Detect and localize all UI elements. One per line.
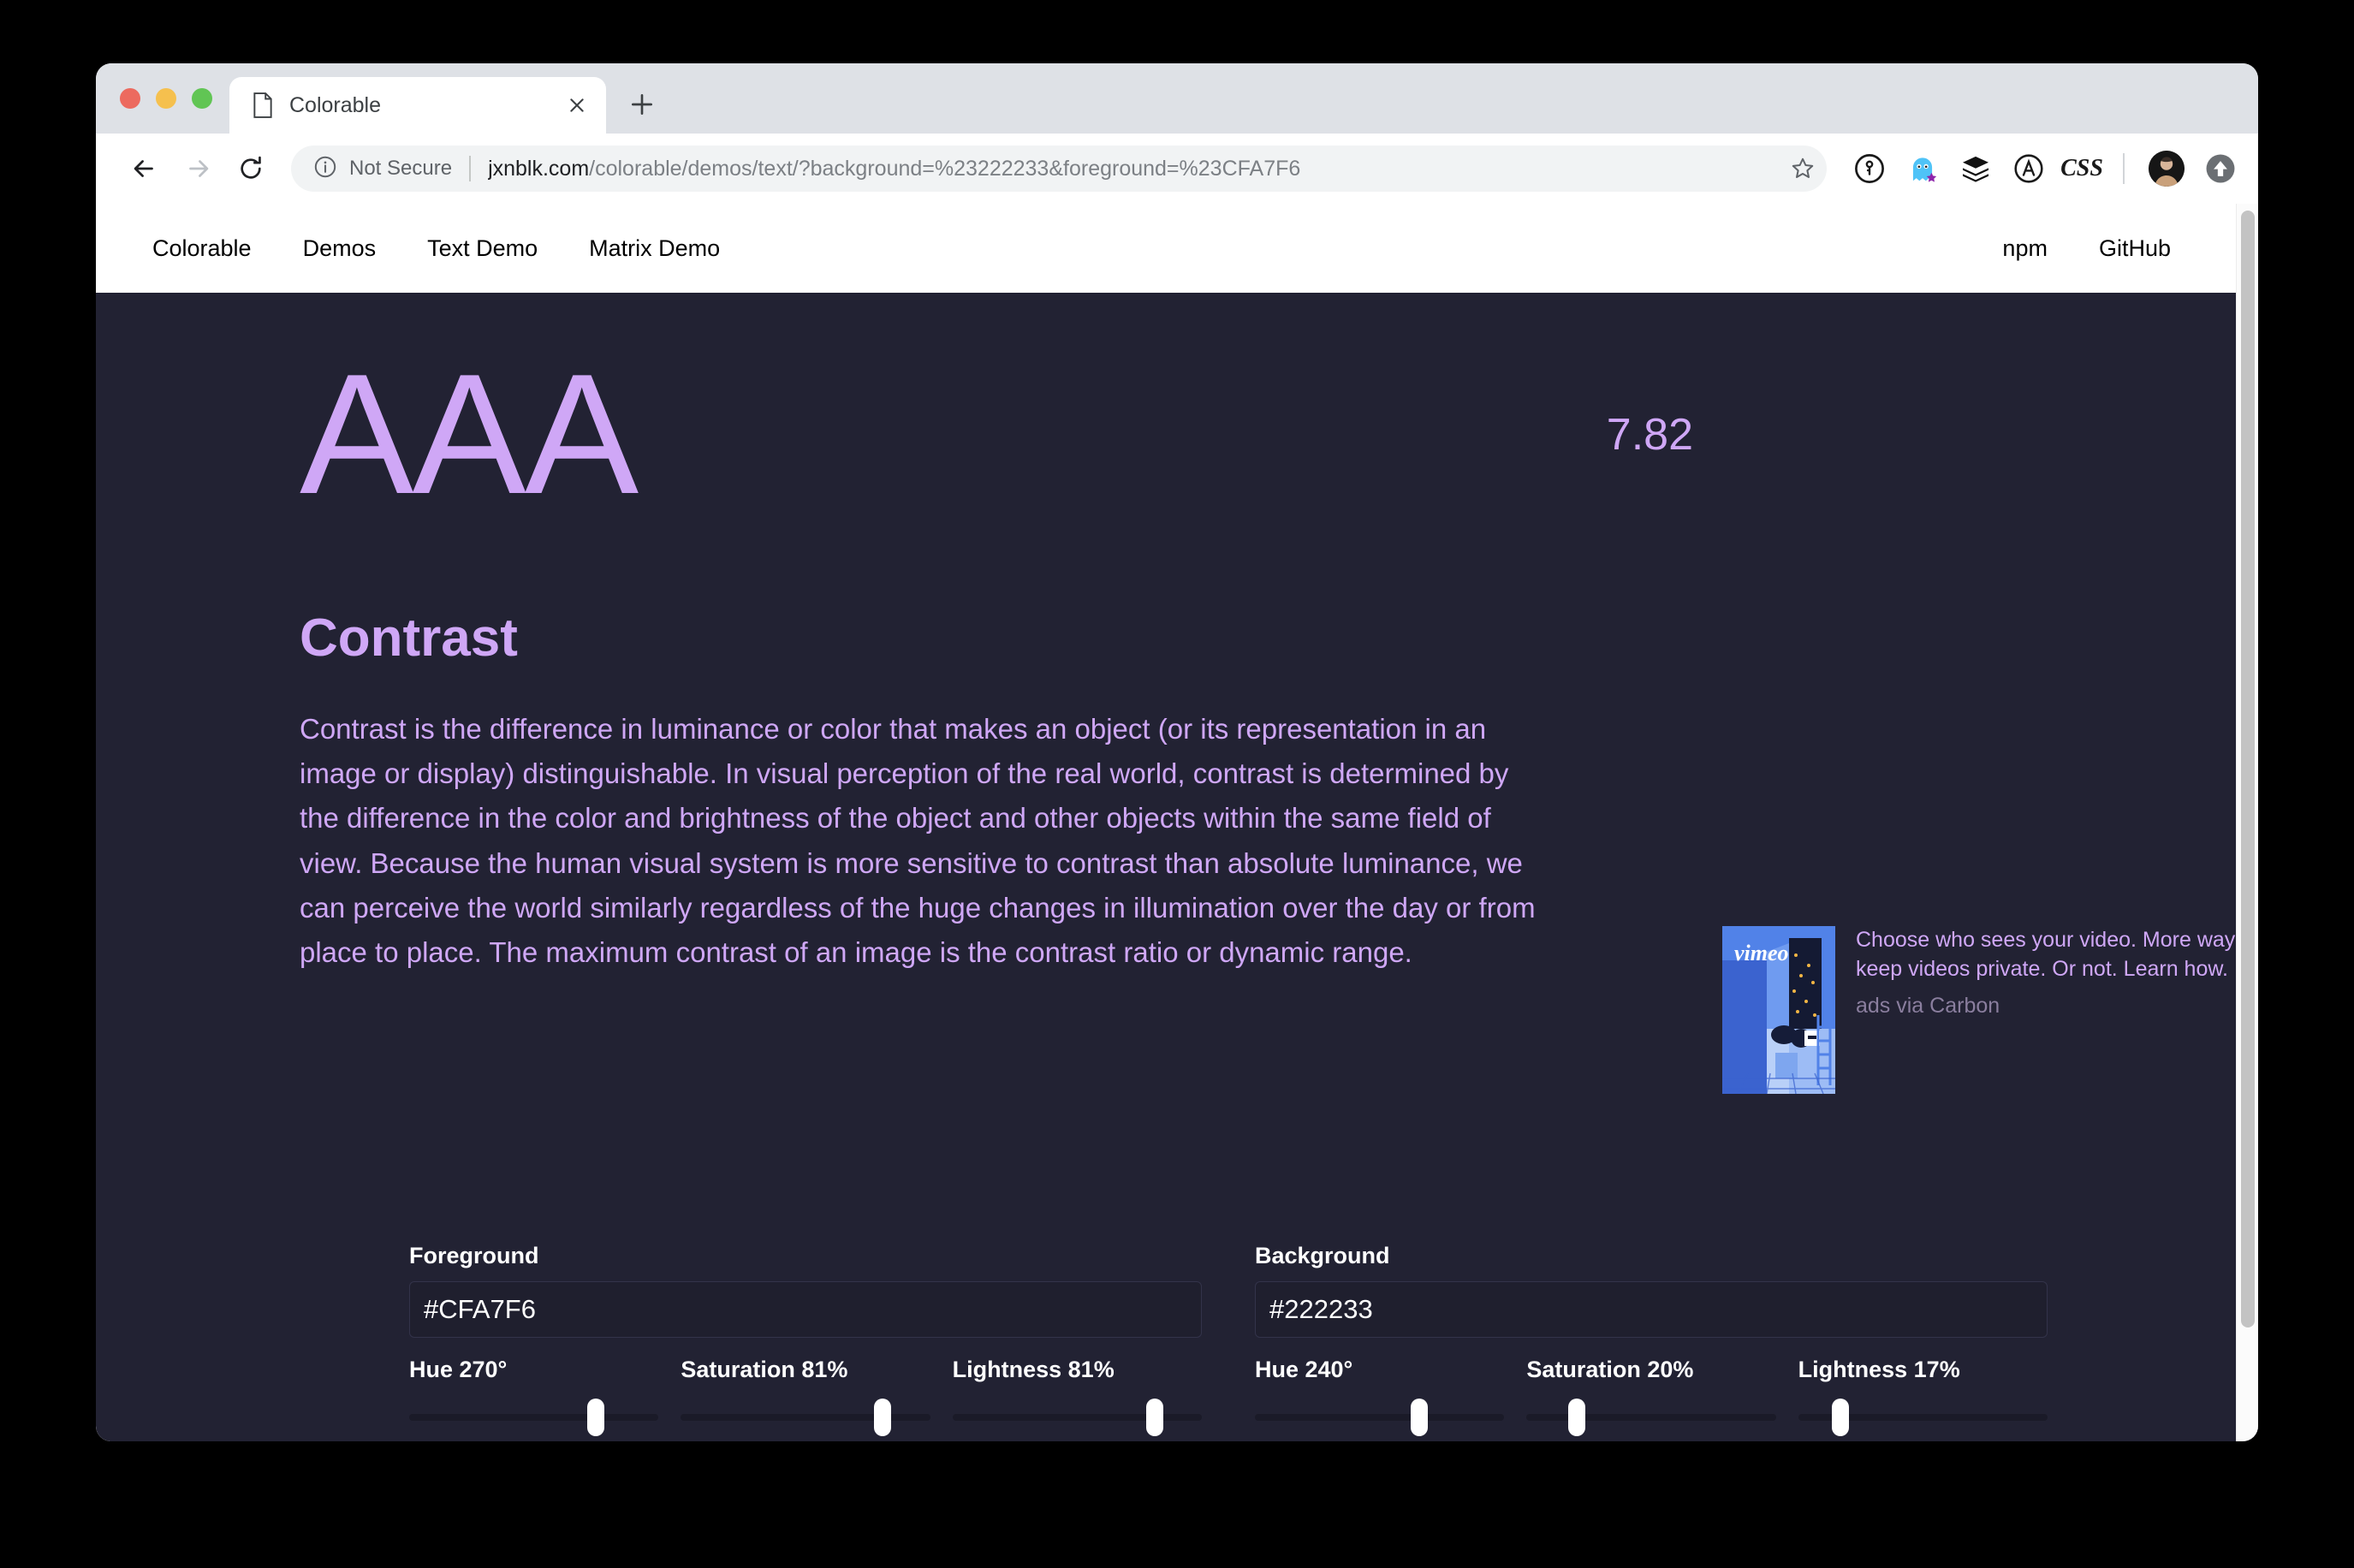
- tab-strip: Colorable: [96, 63, 2258, 134]
- url-text: jxnblk.com/colorable/demos/text/?backgro…: [488, 157, 1300, 181]
- ad-text-wrap: Choose who sees your video. More ways to…: [1856, 926, 2258, 1094]
- star-icon[interactable]: [1779, 145, 1827, 193]
- browser-tab[interactable]: Colorable: [229, 77, 606, 134]
- foreground-saturation-label: Saturation 81%: [681, 1357, 848, 1382]
- nav-left-links: Colorable Demos Text Demo Matrix Demo: [127, 235, 746, 262]
- background-control-group: Background Hue 240° Satur: [1255, 1243, 2048, 1436]
- slider-thumb[interactable]: [1145, 1399, 1163, 1436]
- close-window-button[interactable]: [120, 88, 140, 109]
- ghostery-icon[interactable]: [1905, 151, 1940, 186]
- contrast-demo-area: AAA 7.82 Contrast Contrast is the differ…: [96, 293, 2258, 1441]
- forward-button[interactable]: [171, 142, 224, 195]
- page-viewport: Colorable Demos Text Demo Matrix Demo np…: [96, 204, 2258, 1441]
- svg-text:vimeo: vimeo: [1734, 941, 1789, 965]
- security-label: Not Secure: [349, 157, 453, 180]
- foreground-sliders: Hue 270° Saturation 81% Lightness 81%: [409, 1357, 1202, 1436]
- background-hue-cell: Hue 240°: [1255, 1357, 1505, 1436]
- nav-link-demos[interactable]: Demos: [277, 235, 402, 262]
- slider-thumb[interactable]: [587, 1399, 605, 1436]
- address-bar[interactable]: Not Secure jxnblk.com/colorable/demos/te…: [291, 146, 1827, 192]
- foreground-lightness-label: Lightness 81%: [952, 1357, 1115, 1382]
- ad-via-label[interactable]: ads via Carbon: [1856, 994, 2258, 1019]
- contrast-content: Contrast Contrast is the difference in l…: [300, 609, 1549, 975]
- background-hue-slider[interactable]: [1255, 1399, 1505, 1436]
- background-saturation-label: Saturation 20%: [1526, 1357, 1694, 1382]
- slider-thumb[interactable]: [1567, 1399, 1585, 1436]
- new-tab-button[interactable]: [618, 80, 666, 128]
- nav-link-npm[interactable]: npm: [1977, 235, 2073, 262]
- up-arrow-icon[interactable]: [2203, 151, 2238, 186]
- contrast-score: 7.82: [1606, 410, 1693, 460]
- minimize-window-button[interactable]: [156, 88, 176, 109]
- scrollbar-thumb[interactable]: [2241, 211, 2255, 1327]
- close-icon[interactable]: [563, 92, 591, 119]
- browser-toolbar: Not Secure jxnblk.com/colorable/demos/te…: [96, 134, 2258, 204]
- page-title: Contrast: [300, 609, 518, 668]
- foreground-saturation-cell: Saturation 81%: [681, 1357, 930, 1436]
- window-controls: [96, 63, 229, 134]
- background-lightness-slider[interactable]: [1798, 1399, 2048, 1436]
- color-controls: Foreground Hue 270° Satur: [409, 1243, 2048, 1436]
- site-security[interactable]: Not Secure: [313, 155, 452, 183]
- ad-text[interactable]: Choose who sees your video. More ways to…: [1856, 926, 2258, 983]
- ad-image[interactable]: vimeo: [1722, 926, 1835, 1094]
- toolbar-divider: [2123, 153, 2125, 184]
- slider-thumb[interactable]: [874, 1399, 892, 1436]
- omnibox-divider: [469, 156, 472, 181]
- foreground-hex-input[interactable]: [409, 1281, 1202, 1338]
- foreground-saturation-slider[interactable]: [681, 1399, 930, 1436]
- url-host: jxnblk.com: [488, 156, 590, 181]
- layers-icon[interactable]: [1959, 151, 1993, 186]
- nav-link-github[interactable]: GitHub: [2073, 235, 2196, 262]
- background-hex-input[interactable]: [1255, 1281, 2048, 1338]
- site-navigation: Colorable Demos Text Demo Matrix Demo np…: [96, 204, 2258, 293]
- carbon-ad[interactable]: vimeo Choose who sees your video. More w…: [1722, 926, 2258, 1094]
- background-lightness-cell: Lightness 17%: [1798, 1357, 2048, 1436]
- slider-track: [409, 1414, 659, 1421]
- foreground-label: Foreground: [409, 1243, 539, 1268]
- slider-track: [1255, 1414, 1505, 1421]
- contrast-rating: AAA: [300, 339, 639, 530]
- page-icon: [252, 92, 274, 118]
- nav-link-text-demo[interactable]: Text Demo: [401, 235, 563, 262]
- rating-row: AAA 7.82: [300, 339, 2155, 530]
- slider-track: [1526, 1414, 1776, 1421]
- page-scrollbar[interactable]: [2236, 204, 2258, 1441]
- back-button[interactable]: [118, 142, 171, 195]
- 1password-icon[interactable]: [1852, 151, 1887, 186]
- reload-button[interactable]: [224, 142, 277, 195]
- contrast-description: Contrast is the difference in luminance …: [300, 713, 1536, 968]
- background-lightness-label: Lightness 17%: [1798, 1357, 1960, 1382]
- demo-inner: AAA 7.82 Contrast Contrast is the differ…: [96, 293, 2258, 1441]
- nav-right-links: npm GitHub: [1977, 235, 2196, 262]
- url-path: /colorable/demos/text/?background=%23222…: [589, 156, 1301, 181]
- slider-thumb[interactable]: [1411, 1399, 1429, 1436]
- background-label: Background: [1255, 1243, 1390, 1268]
- browser-window: Colorable Not Secure jxnblk.com/colorabl…: [96, 63, 2258, 1441]
- foreground-hue-label: Hue 270°: [409, 1357, 508, 1382]
- css-icon[interactable]: CSS: [2060, 151, 2103, 186]
- a-circle-icon[interactable]: [2012, 151, 2046, 186]
- nav-link-matrix-demo[interactable]: Matrix Demo: [563, 235, 746, 262]
- info-circle-icon: [313, 155, 337, 183]
- background-sliders: Hue 240° Saturation 20% Lightness 17%: [1255, 1357, 2048, 1436]
- slider-track: [952, 1414, 1202, 1421]
- foreground-control-group: Foreground Hue 270° Satur: [409, 1243, 1202, 1436]
- maximize-window-button[interactable]: [192, 88, 212, 109]
- nav-link-colorable[interactable]: Colorable: [127, 235, 277, 262]
- foreground-lightness-slider[interactable]: [952, 1399, 1202, 1436]
- extension-icons: CSS: [1839, 151, 2238, 187]
- slider-track: [681, 1414, 930, 1421]
- foreground-hue-slider[interactable]: [409, 1399, 659, 1436]
- background-hue-label: Hue 240°: [1255, 1357, 1353, 1382]
- slider-thumb[interactable]: [1832, 1399, 1850, 1436]
- avatar[interactable]: [2149, 151, 2185, 187]
- foreground-lightness-cell: Lightness 81%: [952, 1357, 1202, 1436]
- tab-title: Colorable: [289, 92, 382, 117]
- foreground-hue-cell: Hue 270°: [409, 1357, 659, 1436]
- background-saturation-cell: Saturation 20%: [1526, 1357, 1776, 1436]
- background-saturation-slider[interactable]: [1526, 1399, 1776, 1436]
